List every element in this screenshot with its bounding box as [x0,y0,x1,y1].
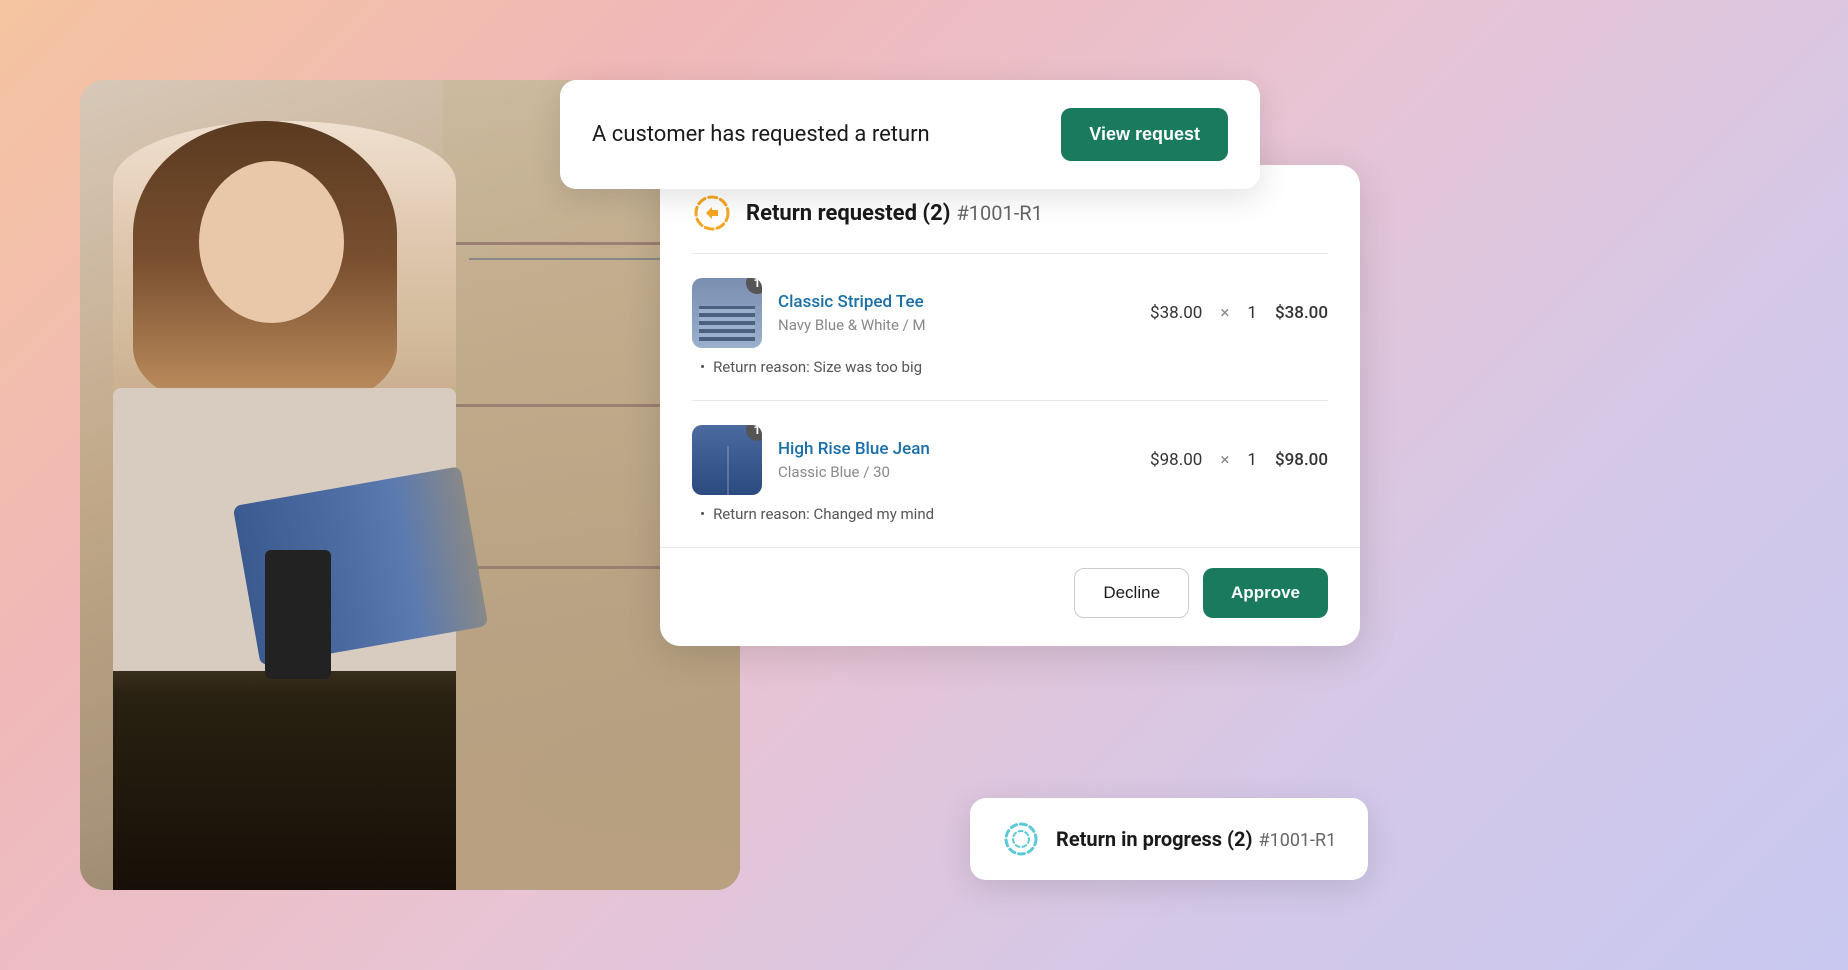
progress-label: Return in progress (2) #1001-R1 [1056,827,1336,851]
product-thumb-1: 1 [692,278,762,348]
price-qty-1: 1 [1247,303,1257,323]
price-x-2: × [1220,450,1229,470]
notification-banner: A customer has requested a return View r… [560,80,1260,189]
price-unit-1: $38.00 [1150,303,1202,323]
approve-button[interactable]: Approve [1203,568,1328,618]
product-info-1: Classic Striped Tee Navy Blue & White / … [778,292,1134,334]
product-variant-1: Navy Blue & White / M [778,316,1134,334]
price-unit-2: $98.00 [1150,450,1202,470]
return-reason-1: Return reason: Size was too big [692,358,1328,376]
return-reason-2: Return reason: Changed my mind [692,505,1328,523]
product-item-1: 1 Classic Striped Tee Navy Blue & White … [660,254,1360,400]
return-card: Return requested (2)#1001-R1 1 Classic S… [660,165,1360,646]
jeans-line [727,446,729,495]
product-thumb-2: 1 [692,425,762,495]
return-title-text: Return requested (2) [746,201,950,226]
price-qty-2: 1 [1247,450,1257,470]
return-order-id: #1001-R1 [956,201,1042,225]
decline-button[interactable]: Decline [1074,568,1189,618]
progress-id: #1001-R1 [1259,830,1337,851]
return-requested-icon [692,193,732,233]
return-title: Return requested (2)#1001-R1 [746,201,1043,226]
product-row-2: 1 High Rise Blue Jean Classic Blue / 30 … [692,425,1328,495]
price-x-1: × [1220,303,1229,323]
photo-area [80,80,740,890]
progress-text: Return in progress (2) [1056,827,1253,851]
product-name-1[interactable]: Classic Striped Tee [778,292,924,312]
card-actions: Decline Approve [660,547,1360,646]
price-total-2: $98.00 [1275,450,1328,470]
tee-stripes [699,306,755,341]
view-request-button[interactable]: View request [1061,108,1228,161]
product-pricing-2: $98.00 × 1 $98.00 [1150,450,1328,470]
price-total-1: $38.00 [1275,303,1328,323]
progress-icon [1002,820,1040,858]
product-row-1: 1 Classic Striped Tee Navy Blue & White … [692,278,1328,348]
product-pricing-1: $38.00 × 1 $38.00 [1150,303,1328,323]
notification-text: A customer has requested a return [592,122,930,147]
product-item-2: 1 High Rise Blue Jean Classic Blue / 30 … [660,401,1360,547]
product-info-2: High Rise Blue Jean Classic Blue / 30 [778,439,1134,481]
product-name-2[interactable]: High Rise Blue Jean [778,439,930,459]
progress-chip: Return in progress (2) #1001-R1 [970,798,1368,880]
product-variant-2: Classic Blue / 30 [778,463,1134,481]
